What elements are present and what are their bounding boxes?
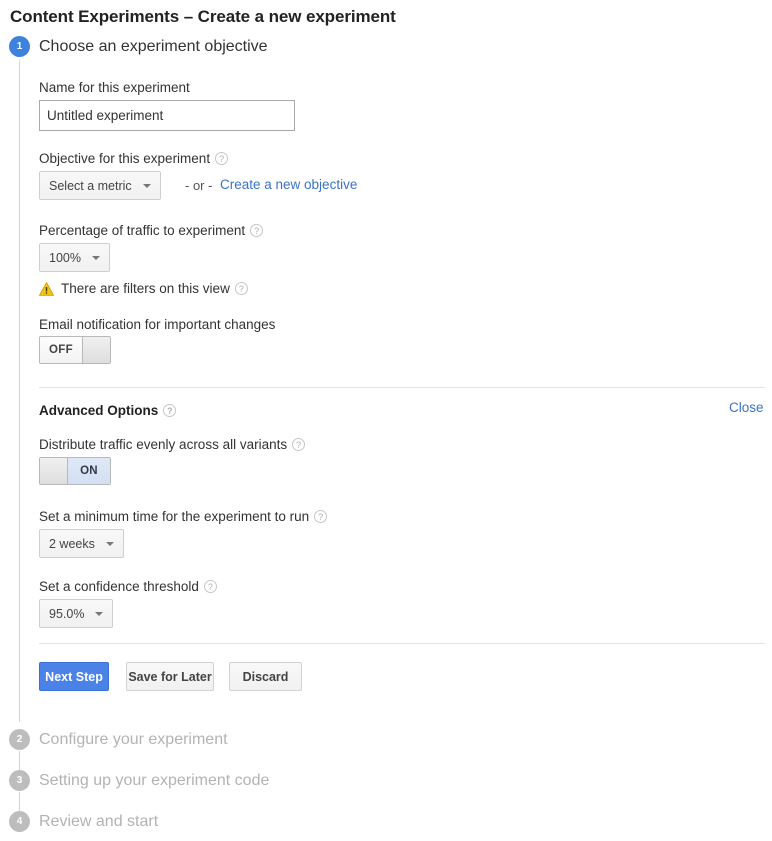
advanced-options-heading: Advanced Options? <box>39 403 176 418</box>
traffic-percentage-label: Percentage of traffic to experiment? <box>39 223 263 238</box>
email-toggle-state-label: OFF <box>40 337 82 363</box>
create-new-objective-link[interactable]: Create a new objective <box>220 177 357 192</box>
step-4-label: Review and start <box>39 813 158 831</box>
or-separator: - or - <box>185 178 212 193</box>
confidence-threshold-value: 95.0% <box>49 607 84 621</box>
name-label: Name for this experiment <box>39 80 190 95</box>
step-4-bullet: 4 <box>9 811 30 832</box>
help-icon-traffic[interactable]: ? <box>250 224 263 237</box>
traffic-percentage-value: 100% <box>49 251 81 265</box>
chevron-down-icon <box>143 184 151 188</box>
traffic-percentage-label-text: Percentage of traffic to experiment <box>39 223 245 238</box>
step-2-bullet: 2 <box>9 729 30 750</box>
save-for-later-button[interactable]: Save for Later <box>126 662 214 691</box>
minimum-time-label: Set a minimum time for the experiment to… <box>39 509 327 524</box>
distribute-toggle-state-label: ON <box>68 458 110 484</box>
email-notification-label: Email notification for important changes <box>39 317 275 332</box>
experiment-name-input[interactable] <box>39 100 295 131</box>
close-advanced-options-link[interactable]: Close <box>729 400 764 415</box>
step-2-label: Configure your experiment <box>39 731 228 749</box>
advanced-options-heading-text: Advanced Options <box>39 403 158 418</box>
help-icon-confidence[interactable]: ? <box>204 580 217 593</box>
objective-metric-value: Select a metric <box>49 179 132 193</box>
warning-triangle-icon <box>39 282 54 296</box>
chevron-down-icon <box>106 542 114 546</box>
chevron-down-icon <box>95 612 103 616</box>
help-icon-distribute[interactable]: ? <box>292 438 305 451</box>
actions-divider <box>39 643 765 644</box>
chevron-down-icon <box>92 256 100 260</box>
create-experiment-page: Content Experiments – Create a new exper… <box>0 0 772 841</box>
page-title: Content Experiments – Create a new exper… <box>10 7 396 27</box>
minimum-time-label-text: Set a minimum time for the experiment to… <box>39 509 309 524</box>
step-rail-2 <box>19 751 20 770</box>
step-rail-1 <box>19 60 20 722</box>
step-1-label: Choose an experiment objective <box>39 38 268 56</box>
step-3-label: Setting up your experiment code <box>39 772 269 790</box>
advanced-options-divider <box>39 387 765 388</box>
email-notification-toggle[interactable]: OFF <box>39 336 111 364</box>
help-icon-minimum-time[interactable]: ? <box>314 510 327 523</box>
help-icon-filters[interactable]: ? <box>235 282 248 295</box>
traffic-percentage-select[interactable]: 100% <box>39 243 110 272</box>
discard-button[interactable]: Discard <box>229 662 302 691</box>
confidence-threshold-label-text: Set a confidence threshold <box>39 579 199 594</box>
minimum-time-value: 2 weeks <box>49 537 95 551</box>
distribute-toggle-knob <box>40 458 68 484</box>
minimum-time-select[interactable]: 2 weeks <box>39 529 124 558</box>
objective-metric-select[interactable]: Select a metric <box>39 171 161 200</box>
help-icon-objective[interactable]: ? <box>215 152 228 165</box>
filters-warning-text: There are filters on this view <box>61 281 230 296</box>
confidence-threshold-select[interactable]: 95.0% <box>39 599 113 628</box>
distribute-traffic-toggle[interactable]: ON <box>39 457 111 485</box>
step-3-bullet: 3 <box>9 770 30 791</box>
step-rail-3 <box>19 792 20 811</box>
filters-warning-row: There are filters on this view ? <box>39 281 248 296</box>
help-icon-advanced[interactable]: ? <box>163 404 176 417</box>
confidence-threshold-label: Set a confidence threshold? <box>39 579 217 594</box>
next-step-button[interactable]: Next Step <box>39 662 109 691</box>
distribute-traffic-label: Distribute traffic evenly across all var… <box>39 437 305 452</box>
step-1-bullet: 1 <box>9 36 30 57</box>
distribute-traffic-label-text: Distribute traffic evenly across all var… <box>39 437 287 452</box>
email-toggle-knob <box>82 337 110 363</box>
objective-label-text: Objective for this experiment <box>39 151 210 166</box>
objective-label: Objective for this experiment? <box>39 151 228 166</box>
